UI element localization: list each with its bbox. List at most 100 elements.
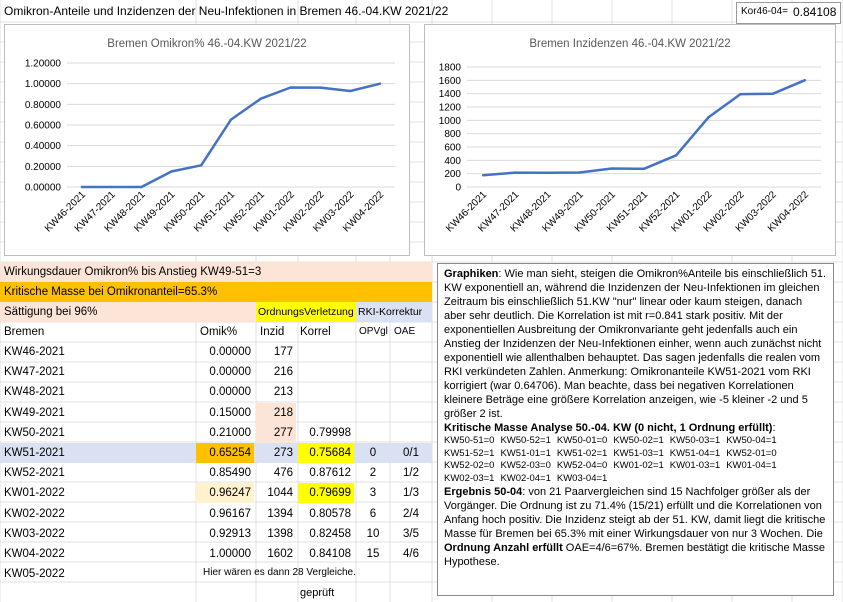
cell-oae: 2/4	[403, 507, 419, 520]
cell-inzid: 273	[273, 447, 293, 459]
cell-opvgl	[356, 382, 390, 402]
y-tick-label: 200	[444, 169, 461, 180]
cell-oae: 0/1	[403, 447, 419, 459]
cell-opvgl	[356, 362, 390, 382]
cell-inzid: 476	[273, 467, 293, 480]
kor-value: 0.84108	[793, 5, 837, 19]
cell-inzid: 277	[256, 422, 296, 443]
ergebnis-bold-oae: Ordnung Anzahl erfüllt	[444, 542, 563, 554]
y-tick-label: 800	[444, 129, 461, 140]
cell-kw: KW05-2022	[4, 568, 65, 581]
chart-inzidenz[interactable]: Bremen Inzidenzen 46.-04.KW 2021/22 0 200 4…	[424, 24, 836, 256]
pair-comparison-entry: KW50-03=1	[669, 435, 721, 446]
cell-korrel: 0.79699	[298, 483, 354, 504]
cell-inzid: 213	[273, 386, 293, 399]
banner-wirkungsdauer-text: Wirkungsdauer Omikron% bis Anstieg KW49-…	[4, 266, 262, 278]
banner-kritische-masse-text: Kritische Masse bei Omikronanteil=65.3%	[4, 286, 218, 298]
cell-korrel	[298, 382, 354, 402]
y-tick-label: 1.00000	[25, 79, 62, 90]
cell-opvgl	[356, 403, 390, 423]
data-point	[170, 170, 173, 173]
data-point	[349, 89, 352, 93]
cell-oae	[390, 564, 432, 584]
cell-korrel: 0.80578	[309, 507, 351, 520]
data-point	[378, 82, 382, 85]
y-tick-label: 0.80000	[25, 100, 62, 111]
pair-comparison-entry: KW51-52=1	[444, 447, 495, 459]
pair-comparison-entry: KW50-04=1	[726, 435, 777, 446]
header-korrel: Korrel	[300, 326, 331, 338]
sheet-title: Omikron-Anteile und Inzidenzen der Neu-I…	[4, 4, 449, 18]
graphiken-text: : Wie man sieht, steigen die Omikron%Ant…	[444, 268, 827, 420]
cell-omik: 0.00000	[209, 366, 251, 379]
cell-oae	[390, 423, 432, 443]
banner-kritische-masse: Kritische Masse bei Omikronanteil=65.3%	[0, 282, 432, 302]
y-tick-label: 1800	[439, 63, 462, 74]
paragraph-graphiken: Graphiken: Wie man sieht, steigen die Om…	[444, 267, 827, 421]
cell-korrel: 0.84108	[309, 548, 351, 560]
cell-korrel: 0.79998	[309, 426, 351, 439]
y-tick-label: 600	[444, 143, 461, 154]
data-point	[739, 92, 742, 96]
note-vergleiche: Hier wären es dann 28 Vergleiche.	[203, 567, 356, 578]
cell-kw: KW46-2021	[4, 346, 65, 358]
header-bremen: Bremen	[4, 326, 45, 338]
cell-kw: KW02-2022	[4, 507, 65, 520]
cell-kw: KW47-2021	[4, 366, 65, 379]
cell-omik: 0.96247	[196, 483, 254, 504]
header-omik: Omik%	[200, 326, 238, 338]
pair-comparison-entry: KW02-03=1	[444, 472, 495, 484]
data-point	[803, 79, 807, 82]
chart-omikron-svg: Bremen Omikron% 46.-04.KW 2021/22 0.00000…	[25, 38, 395, 234]
y-tick-label: 0	[455, 183, 461, 194]
chart-title: Bremen Inzidenzen 46.-04.KW 2021/22	[529, 38, 730, 50]
pair-comparison-entry: KW52-01=0	[726, 447, 777, 459]
pair-comparison-entry: KW50-01=0	[556, 435, 608, 446]
cell-kw: KW50-2021	[4, 426, 65, 439]
y-tick-label: 0.20000	[25, 162, 62, 173]
pair-comparison-entry: KW01-02=1	[613, 460, 664, 471]
pair-comparison-entry: KW51-02=1	[556, 447, 608, 459]
cell-opvgl: 15	[366, 548, 380, 560]
cell-opvgl	[356, 423, 390, 443]
chart-omikron[interactable]: Bremen Omikron% 46.-04.KW 2021/22 0.00000…	[4, 24, 410, 256]
cell-opvgl: 3	[369, 487, 377, 500]
cell-opvgl: 10	[366, 527, 380, 540]
series-line	[81, 82, 381, 189]
chart-inzidenz-svg: Bremen Inzidenzen 46.-04.KW 2021/22 0 200 4…	[439, 38, 821, 234]
y-tick-label: 0.40000	[25, 141, 62, 152]
cell-korrel	[298, 342, 354, 362]
pair-comparison-entry: KW51-04=1	[669, 447, 721, 459]
data-point	[514, 171, 517, 174]
y-tick-label: 1200	[439, 103, 462, 114]
banner-wirkungsdauer: Wirkungsdauer Omikron% bis Anstieg KW49-…	[0, 262, 432, 282]
cell-inzid: 218	[256, 402, 296, 423]
cell-kw: KW48-2021	[4, 386, 65, 399]
pair-comparison-entry: KW50-51=0	[444, 435, 495, 446]
cell-korrel: 0.87612	[309, 467, 351, 480]
cell-kw: KW49-2021	[4, 406, 65, 419]
header-inzid: Inzid	[260, 326, 285, 338]
cell-opvgl	[356, 564, 390, 584]
kor-label: Kor46-04=	[741, 6, 788, 17]
saettigung-label: Sättigung bei 96%	[4, 306, 98, 318]
data-point	[546, 171, 549, 174]
series-line	[482, 79, 806, 177]
data-point	[229, 118, 233, 121]
pair-comparison-entry: KW51-01=1	[500, 447, 551, 459]
cell-opvgl	[356, 342, 390, 362]
analysis-textbox[interactable]: Graphiken: Wie man sieht, steigen die Om…	[437, 263, 834, 596]
cell-omik: 0.96167	[209, 507, 251, 520]
pair-comparison-matrix: KW50-51=0 KW50-52=1 KW50-01=0 KW50-02=1 KW50…	[444, 435, 827, 485]
y-tick-label: 1000	[439, 116, 462, 127]
cell-inzid: 177	[273, 346, 293, 358]
data-point	[481, 174, 485, 177]
pair-comparison-entry: KW52-03=0	[500, 460, 551, 471]
cell-kw: KW51-2021	[4, 447, 65, 459]
y-tick-label: 0.00000	[25, 183, 62, 194]
chart-title: Bremen Omikron% 46.-04.KW 2021/22	[107, 38, 306, 50]
y-tick-label: 0.60000	[25, 121, 62, 132]
data-point	[642, 167, 646, 170]
paragraph-kritische-masse: Kritische Masse Analyse 50.-04. KW (0 ni…	[444, 421, 827, 435]
cell-oae	[390, 362, 432, 382]
